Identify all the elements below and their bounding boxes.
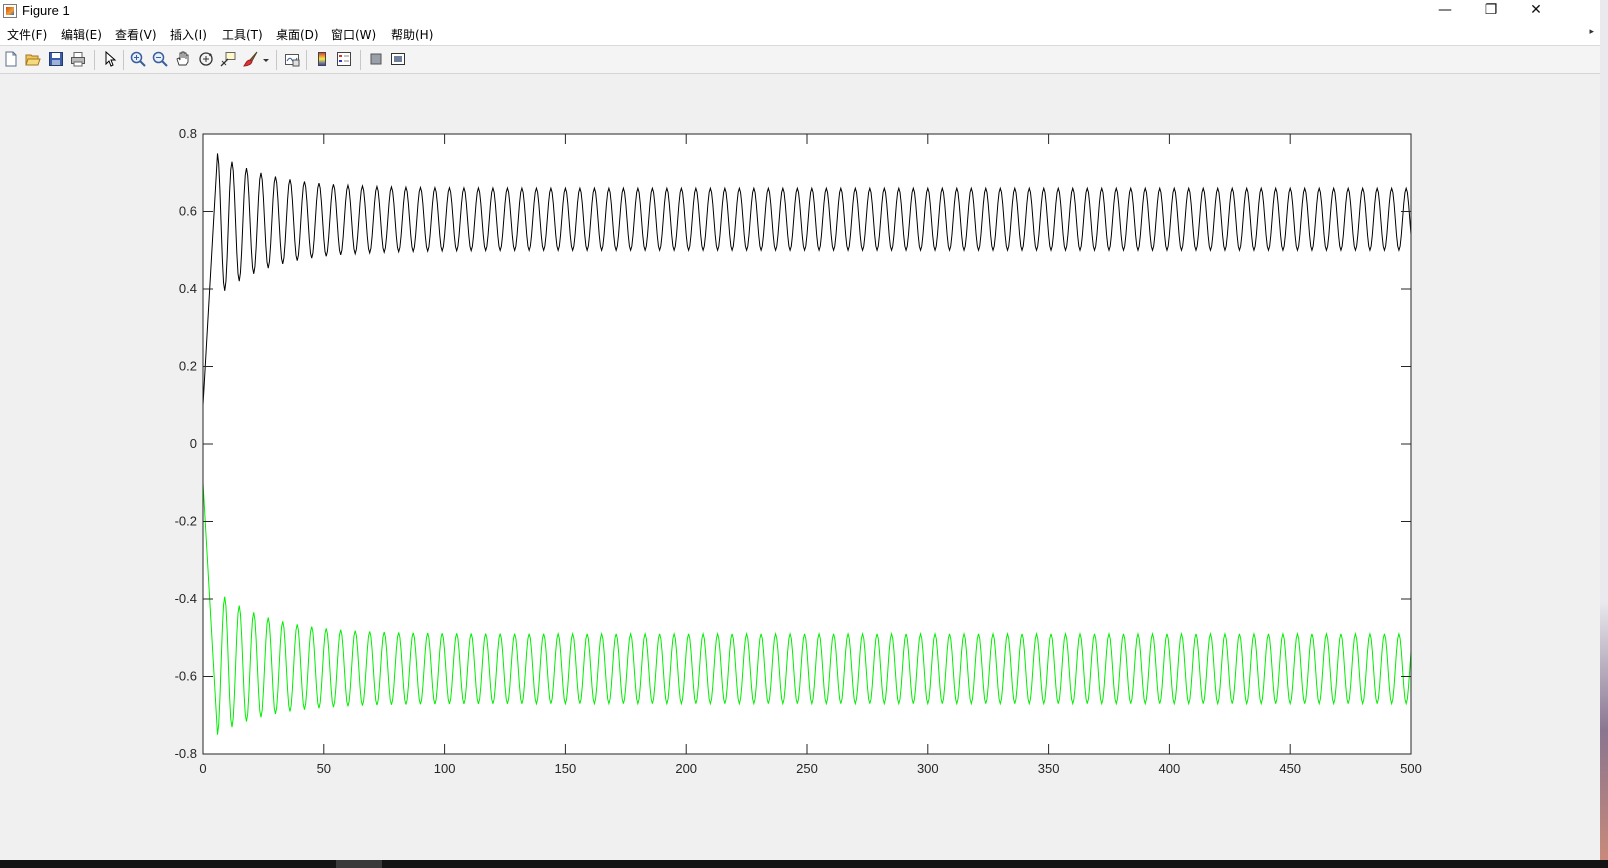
save-icon[interactable] — [48, 51, 64, 67]
minimize-button[interactable]: — — [1422, 0, 1468, 23]
y-tick-label: -0.4 — [175, 591, 197, 606]
toolbar-separator — [276, 50, 277, 70]
menu-overflow-arrow-icon[interactable]: ▸ — [1589, 27, 1594, 37]
toolbar-separator — [123, 50, 124, 70]
x-tick-label: 50 — [317, 761, 331, 776]
print-icon[interactable] — [70, 51, 86, 67]
figure-canvas: 0 50 100 150 200 250 300 350 400 450 500 0.8 0.6 0.4 0… — [0, 74, 1600, 860]
menu-file[interactable]: 文件(F) — [7, 26, 47, 43]
x-tick-label: 300 — [917, 761, 939, 776]
x-tick-label: 0 — [199, 761, 206, 776]
insert-colorbar-icon[interactable] — [314, 51, 330, 67]
brush-dropdown-icon[interactable] — [262, 51, 270, 67]
x-tick-label: 200 — [675, 761, 697, 776]
x-tick-label: 100 — [434, 761, 456, 776]
line-chart[interactable]: 0 50 100 150 200 250 300 350 400 450 500 0.8 0.6 0.4 0… — [0, 74, 1600, 860]
x-tick-label: 500 — [1400, 761, 1422, 776]
taskbar — [0, 860, 1608, 868]
y-tick-label: 0 — [190, 436, 197, 451]
y-tick-label: 0.6 — [179, 204, 197, 219]
menu-view[interactable]: 查看(V) — [115, 26, 157, 43]
y-tick-label: 0.2 — [179, 359, 197, 374]
toolbar-separator — [360, 50, 361, 70]
figure-window: Figure 1 — ❐ ✕ 文件(F) 编辑(E) 查看(V) 插入(I) 工… — [0, 0, 1601, 860]
menu-tools[interactable]: 工具(T) — [222, 26, 263, 43]
rotate-3d-icon[interactable] — [198, 51, 214, 67]
x-tick-label: 250 — [796, 761, 818, 776]
restore-button[interactable]: ❐ — [1468, 0, 1514, 23]
y-tick-label: -0.8 — [175, 746, 197, 761]
matlab-app-icon — [3, 4, 17, 18]
open-file-icon[interactable] — [25, 51, 41, 67]
window-title: Figure 1 — [22, 3, 70, 18]
data-cursor-icon[interactable] — [220, 51, 236, 67]
axes-background — [203, 134, 1411, 754]
close-button[interactable]: ✕ — [1513, 0, 1559, 23]
new-figure-icon[interactable] — [3, 51, 19, 67]
show-plot-tools-icon[interactable] — [390, 51, 406, 67]
toolbar-separator — [94, 50, 95, 70]
x-tick-label: 400 — [1159, 761, 1181, 776]
x-tick-label: 350 — [1038, 761, 1060, 776]
menu-insert[interactable]: 插入(I) — [170, 26, 207, 43]
y-tick-label: 0.8 — [179, 126, 197, 141]
y-tick-label: -0.2 — [175, 514, 197, 529]
menu-window[interactable]: 窗口(W) — [331, 26, 376, 43]
x-tick-label: 150 — [555, 761, 577, 776]
figure-toolbar — [0, 46, 1600, 74]
insert-legend-icon[interactable] — [336, 51, 352, 67]
menu-help[interactable]: 帮助(H) — [391, 26, 433, 43]
y-tick-label: -0.6 — [175, 669, 197, 684]
zoom-out-icon[interactable] — [152, 51, 168, 67]
x-tick-label: 450 — [1279, 761, 1301, 776]
zoom-in-icon[interactable] — [130, 51, 146, 67]
menu-edit[interactable]: 编辑(E) — [61, 26, 102, 43]
title-bar[interactable]: Figure 1 — ❐ ✕ — [0, 0, 1600, 23]
menu-bar: 文件(F) 编辑(E) 查看(V) 插入(I) 工具(T) 桌面(D) 窗口(W… — [0, 23, 1600, 46]
edit-plot-arrow-icon[interactable] — [102, 50, 118, 67]
pan-hand-icon[interactable] — [175, 51, 191, 67]
y-tick-label: 0.4 — [179, 281, 197, 296]
desktop-background — [1600, 0, 1608, 860]
toolbar-separator — [306, 50, 307, 70]
link-plot-icon[interactable] — [284, 51, 300, 67]
hide-plot-tools-icon[interactable] — [368, 51, 384, 67]
taskbar-app-item[interactable] — [336, 860, 382, 868]
brush-icon[interactable] — [243, 51, 259, 67]
menu-desktop[interactable]: 桌面(D) — [276, 26, 319, 43]
